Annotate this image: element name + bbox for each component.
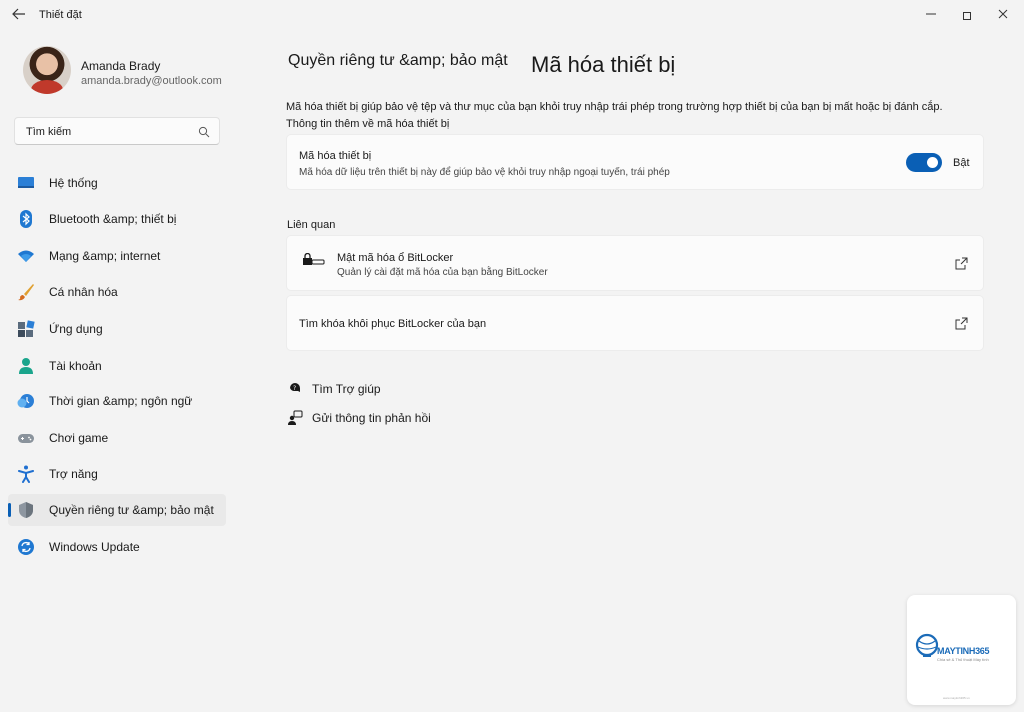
shield-icon	[17, 501, 35, 519]
back-arrow-icon[interactable]	[10, 6, 28, 24]
related-section-label: Liên quan	[287, 219, 336, 231]
active-indicator	[8, 503, 11, 517]
device-encryption-toggle[interactable]	[906, 153, 942, 172]
sidebar-item-personalization[interactable]: Cá nhân hóa	[8, 276, 226, 308]
watermark-logo: MAYTINH365 Chia sẻ & Thủ thuật Máy tính …	[907, 595, 1016, 705]
svg-text:?: ?	[293, 385, 296, 392]
learn-more-link[interactable]: Thông tin thêm về mã hóa thiết bị	[286, 118, 449, 130]
maximize-button[interactable]	[950, 4, 984, 26]
recovery-key-card[interactable]: Tìm khóa khôi phục BitLocker của bạn	[286, 295, 984, 351]
recovery-key-title: Tìm khóa khôi phục BitLocker của bạn	[299, 318, 487, 330]
sidebar-item-label: Tài khoản	[49, 359, 102, 373]
sidebar-item-label: Quyền riêng tư &amp; bảo mật	[49, 503, 214, 517]
get-help-label: Tìm Trợ giúp	[312, 382, 381, 396]
watermark-tagline: Chia sẻ & Thủ thuật Máy tính	[937, 657, 989, 662]
sidebar-item-windows-update[interactable]: Windows Update	[8, 531, 226, 563]
description-text: Mã hóa thiết bị giúp bảo vệ tệp và thư m…	[286, 101, 943, 113]
time-language-icon	[17, 392, 35, 410]
sidebar-item-apps[interactable]: Ứng dụng	[8, 313, 226, 345]
sidebar-item-label: Ứng dụng	[49, 322, 103, 336]
search-icon[interactable]	[198, 125, 210, 138]
bitlocker-subtitle: Quản lý cài đặt mã hóa của bạn bằng BitL…	[337, 267, 548, 278]
apps-icon	[17, 320, 35, 338]
sidebar-item-gaming[interactable]: Chơi game	[8, 422, 226, 454]
watermark-url: www.maytinh365.vn	[943, 696, 970, 700]
sidebar-item-label: Hệ thống	[49, 176, 98, 190]
account-icon	[17, 357, 35, 375]
page-title: Mã hóa thiết bị	[531, 52, 676, 77]
breadcrumb-parent[interactable]: Quyền riêng tư &amp; bảo mật	[288, 52, 508, 70]
sidebar-item-label: Chơi game	[49, 431, 109, 445]
help-icon: ?	[288, 381, 303, 396]
sidebar-item-privacy-security[interactable]: Quyền riêng tư &amp; bảo mật	[8, 494, 226, 526]
send-feedback-label: Gửi thông tin phản hồi	[312, 411, 431, 425]
sidebar-item-time-language[interactable]: Thời gian &amp; ngôn ngữ	[8, 385, 226, 417]
watermark-brand: MAYTINH365	[937, 646, 990, 656]
gamepad-icon	[17, 429, 35, 447]
sidebar-item-accessibility[interactable]: Trợ năng	[8, 458, 226, 490]
brush-icon	[17, 283, 35, 301]
sidebar-item-bluetooth[interactable]: Bluetooth &amp; thiết bị	[8, 203, 226, 235]
sidebar-item-label: Mạng &amp; internet	[49, 249, 161, 263]
accessibility-icon	[17, 465, 35, 483]
feedback-icon	[288, 410, 303, 425]
device-encryption-subtitle: Mã hóa dữ liệu trên thiết bị này để giúp…	[299, 167, 670, 178]
search-input[interactable]: Tìm kiếm	[14, 117, 220, 145]
user-email: amanda.brady@outlook.com	[81, 75, 222, 87]
sidebar-item-label: Cá nhân hóa	[49, 285, 118, 299]
avatar[interactable]	[23, 46, 71, 94]
toggle-knob	[927, 157, 938, 168]
bluetooth-icon	[17, 210, 35, 228]
system-icon	[17, 174, 35, 192]
device-encryption-card: Mã hóa thiết bị Mã hóa dữ liệu trên thiế…	[286, 134, 984, 190]
sidebar-item-network[interactable]: Mạng &amp; internet	[8, 240, 226, 272]
device-encryption-title: Mã hóa thiết bị	[299, 150, 372, 162]
update-icon	[17, 538, 35, 556]
sidebar-item-system[interactable]: Hệ thống	[8, 167, 226, 199]
page-description: Mã hóa thiết bị giúp bảo vệ tệp và thư m…	[286, 99, 966, 133]
close-button[interactable]	[986, 4, 1020, 26]
wifi-icon	[17, 247, 35, 265]
external-link-icon[interactable]	[955, 257, 968, 270]
sidebar-item-label: Trợ năng	[49, 467, 98, 481]
toggle-state-label: Bật	[953, 157, 970, 169]
sidebar-item-accounts[interactable]: Tài khoản	[8, 350, 226, 382]
bitlocker-key-icon	[302, 252, 326, 267]
window-title: Thiết đặt	[39, 9, 82, 21]
title-bar: Thiết đặt	[0, 0, 1024, 30]
search-input-text: Tìm kiếm	[26, 126, 72, 138]
minimize-button[interactable]	[914, 4, 948, 26]
external-link-icon[interactable]	[955, 317, 968, 330]
bitlocker-title: Mật mã hóa ổ BitLocker	[337, 252, 454, 264]
sidebar-item-label: Thời gian &amp; ngôn ngữ	[49, 394, 193, 408]
sidebar-item-label: Windows Update	[49, 540, 140, 554]
bitlocker-card[interactable]: Mật mã hóa ổ BitLocker Quản lý cài đặt m…	[286, 235, 984, 291]
user-name: Amanda Brady	[81, 59, 161, 73]
sidebar-item-label: Bluetooth &amp; thiết bị	[49, 212, 177, 226]
